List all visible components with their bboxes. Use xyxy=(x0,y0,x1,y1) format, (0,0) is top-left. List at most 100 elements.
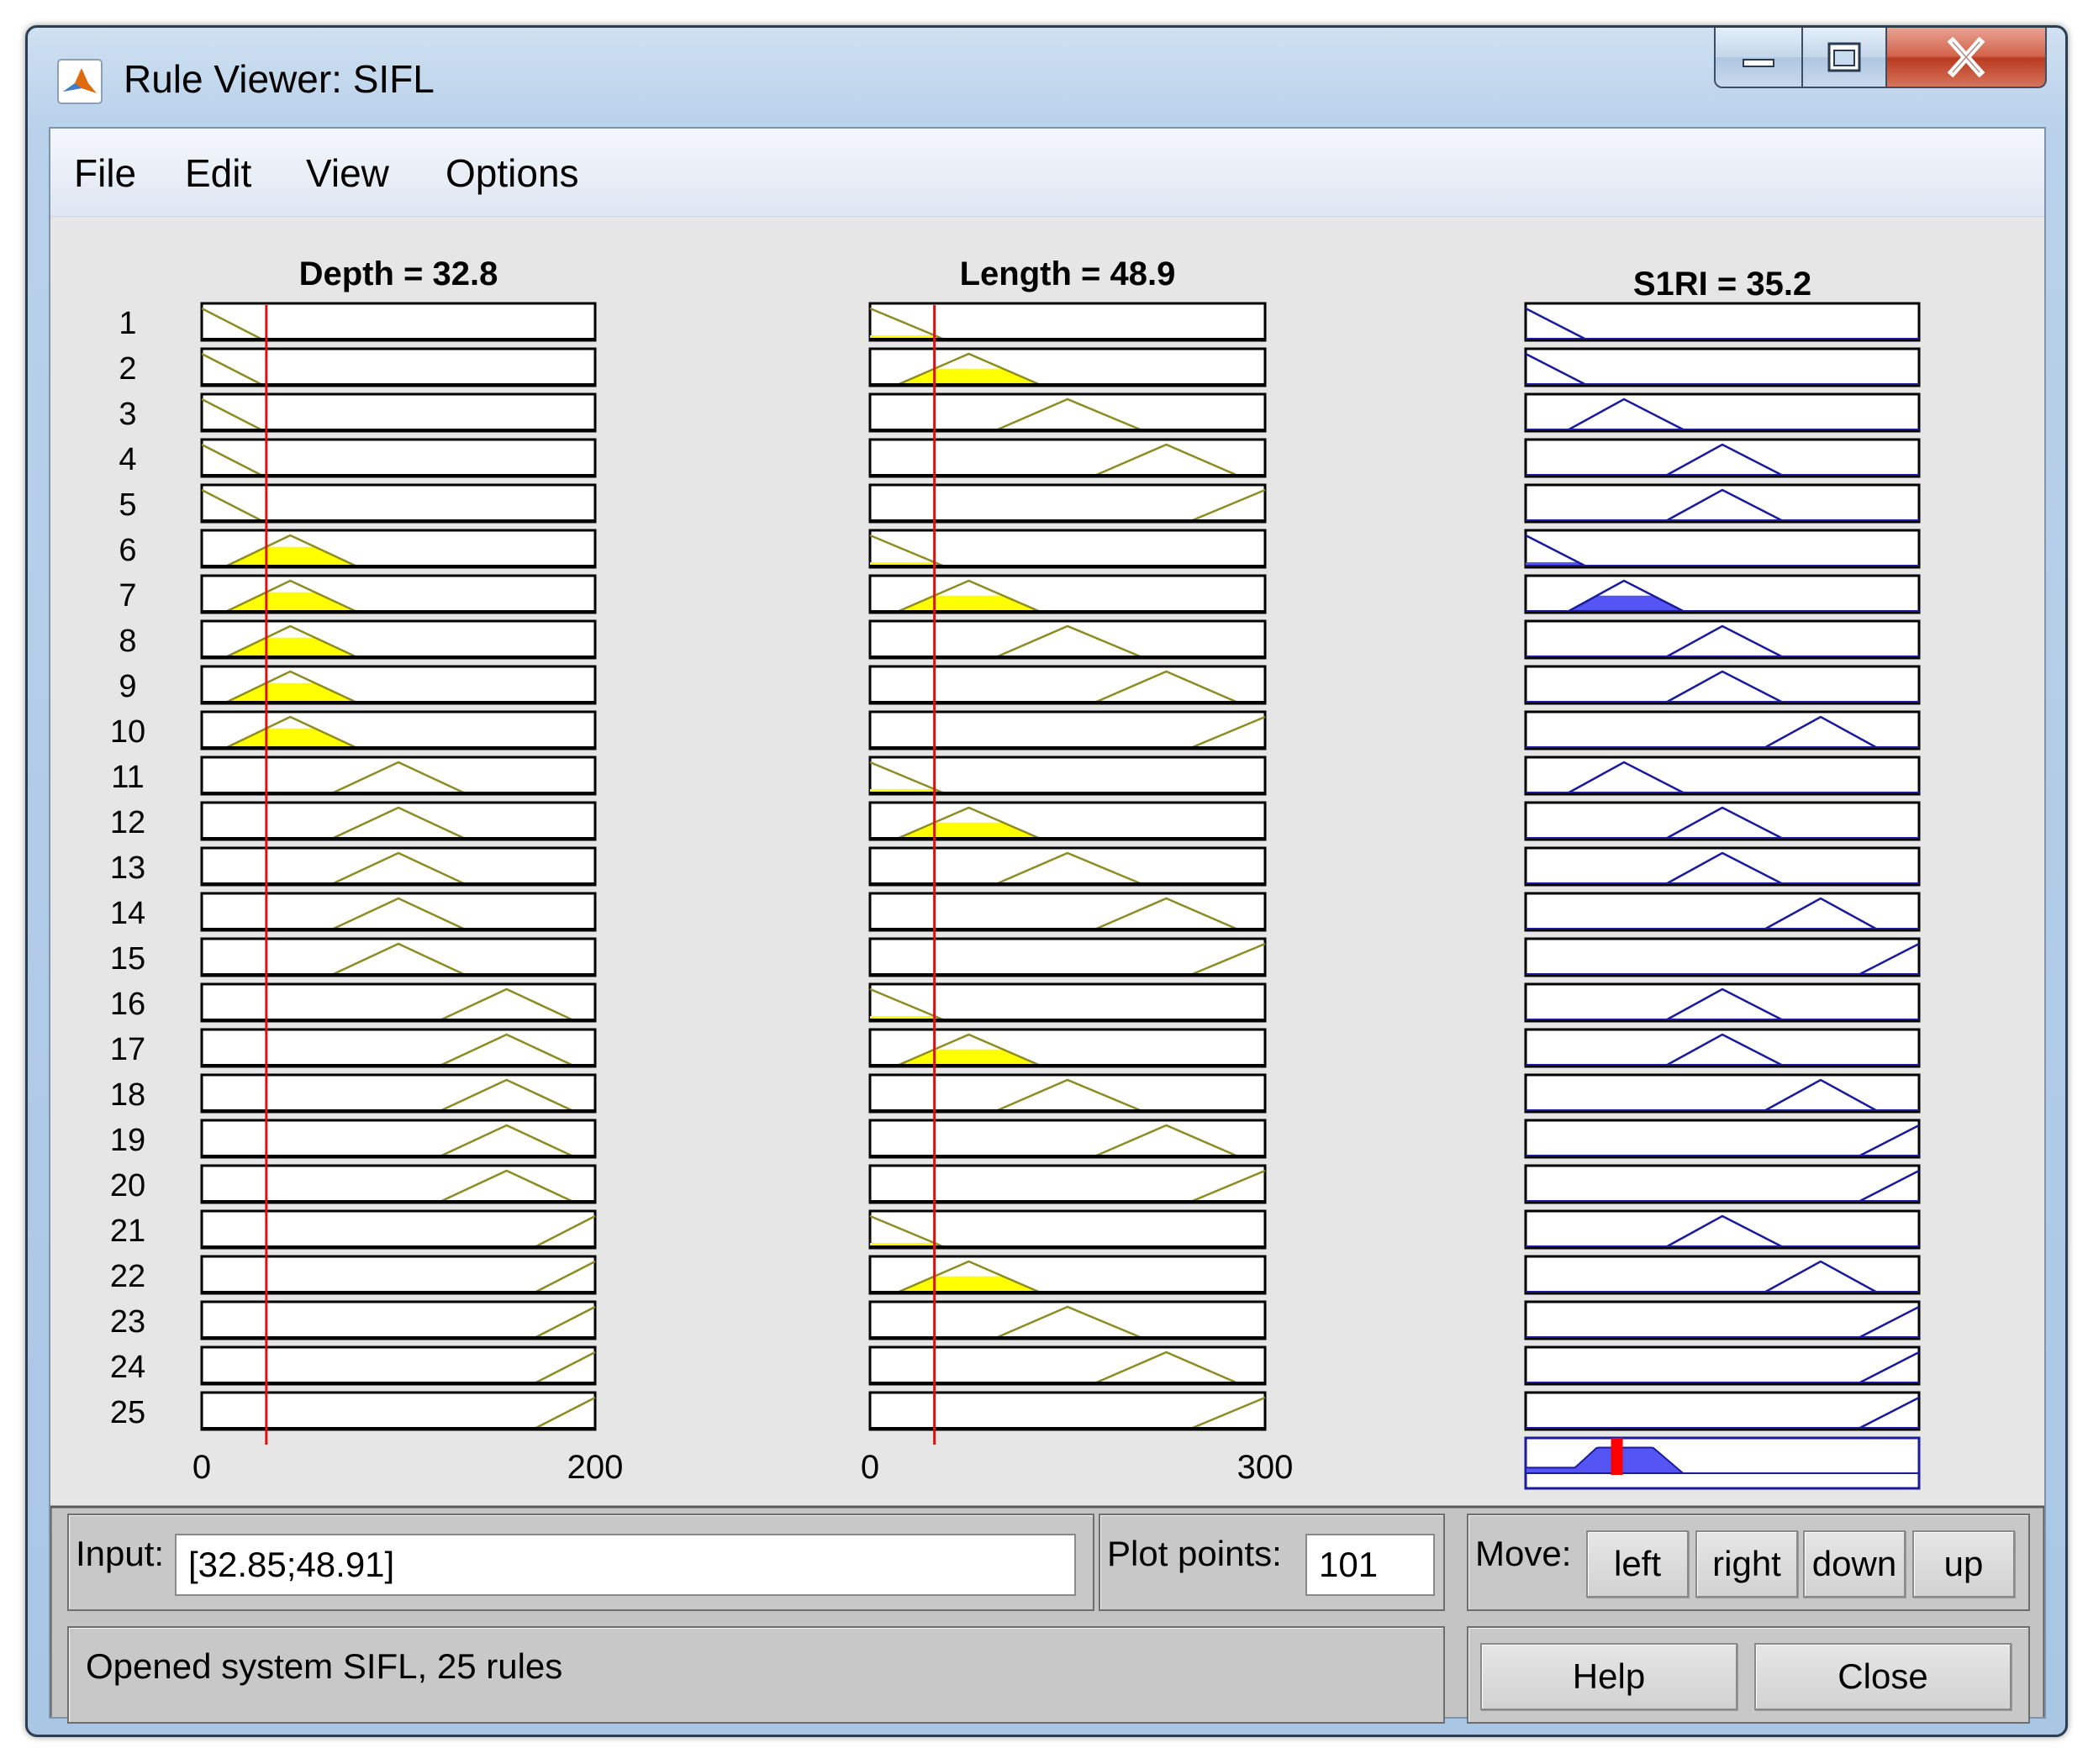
rule-22-col-1-frame xyxy=(200,1255,597,1295)
rule-number-label: 15 xyxy=(110,941,145,977)
plot-points-field[interactable]: 101 xyxy=(1305,1534,1435,1596)
rule-number-label: 14 xyxy=(110,896,145,931)
rule-number-label: 11 xyxy=(111,760,144,795)
rule-number-label: 21 xyxy=(110,1214,145,1249)
rule-24-col-3-frame xyxy=(1524,1345,1921,1386)
axis-2-max-tick: 300 xyxy=(1237,1449,1294,1486)
input-panel: Input: [32.85;48.91] xyxy=(67,1514,1094,1611)
rule-10-col-3-frame xyxy=(1524,710,1921,750)
close-icon xyxy=(1947,37,1985,77)
rule-number-label: 25 xyxy=(110,1395,145,1430)
close-button[interactable]: Close xyxy=(1754,1643,2012,1710)
rule-19-col-2-frame xyxy=(868,1119,1267,1159)
rule-24-col-2-frame xyxy=(868,1345,1267,1386)
rule-15-col-3-frame xyxy=(1524,937,1921,977)
rule-14-col-3-frame xyxy=(1524,892,1921,932)
window-controls xyxy=(1714,28,2047,93)
rule-20-col-2-frame xyxy=(868,1164,1267,1204)
input-field[interactable]: [32.85;48.91] xyxy=(175,1534,1076,1596)
rule-2-col-3-frame xyxy=(1524,347,1921,387)
rule-6-col-2-frame xyxy=(868,529,1267,569)
rule-25-col-3-frame xyxy=(1524,1391,1921,1431)
rule-23-col-3-frame xyxy=(1524,1300,1921,1340)
rule-3-col-3-frame xyxy=(1524,392,1921,433)
close-window-button[interactable] xyxy=(1887,28,2047,88)
rule-5-col-1-frame xyxy=(200,483,597,524)
rule-16-col-2-frame xyxy=(868,982,1267,1023)
rule-1-col-1-frame xyxy=(200,302,597,342)
rule-6-col-3-frame xyxy=(1524,529,1921,569)
rule-25-col-2-frame xyxy=(868,1391,1267,1431)
move-down-button[interactable]: down xyxy=(1803,1530,1906,1598)
rule-19-col-3-frame xyxy=(1524,1119,1921,1159)
rule-3-col-1-frame xyxy=(200,392,597,433)
minimize-button[interactable] xyxy=(1714,28,1803,88)
move-up-button[interactable]: up xyxy=(1912,1530,2015,1598)
rule-number-label: 12 xyxy=(110,805,145,840)
rule-number-label: 4 xyxy=(119,442,136,477)
rule-18-col-3-frame xyxy=(1524,1073,1921,1114)
rule-number-label: 18 xyxy=(110,1077,145,1113)
rule-plot-area: Depth = 32.8 Length = 48.9 S1RI = 35.21234… xyxy=(50,255,2044,1717)
move-right-button[interactable]: right xyxy=(1695,1530,1798,1598)
column-title-2: Length = 48.9 xyxy=(960,255,1176,292)
rule-5-col-2-frame xyxy=(868,483,1267,524)
rule-number-label: 2 xyxy=(119,351,136,387)
column-title-3: S1RI = 35.2 xyxy=(1633,266,1811,303)
move-panel: Move: left right down up xyxy=(1467,1514,2030,1611)
rule-9-col-2-frame xyxy=(868,665,1267,705)
rule-21-col-1-frame xyxy=(200,1209,597,1250)
maximize-icon xyxy=(1827,42,1861,72)
rule-10-col-2-frame xyxy=(868,710,1267,750)
help-close-panel: Help Close xyxy=(1467,1626,2030,1724)
rule-number-label: 7 xyxy=(119,578,136,613)
rule-number-label: 5 xyxy=(119,487,136,523)
rule-2-col-1-frame xyxy=(200,347,597,387)
title-bar[interactable]: Rule Viewer: SIFL xyxy=(28,28,2065,137)
output-centroid-marker xyxy=(1611,1438,1623,1475)
rule-1-col-3-frame xyxy=(1524,302,1921,342)
rule-24-col-1-frame xyxy=(200,1345,597,1386)
rule-number-label: 22 xyxy=(110,1259,145,1294)
rule-14-col-2-frame xyxy=(868,892,1267,932)
rule-number-label: 19 xyxy=(110,1123,145,1158)
axis-1-min-tick: 0 xyxy=(192,1449,211,1486)
rule-number-label: 24 xyxy=(110,1350,145,1385)
matlab-icon xyxy=(57,59,103,104)
move-label: Move: xyxy=(1475,1534,1572,1573)
rule-4-col-1-frame xyxy=(200,438,597,478)
rule-4-col-2-frame xyxy=(868,438,1267,478)
rule-15-col-2-frame xyxy=(868,937,1267,977)
rule-23-col-1-frame xyxy=(200,1300,597,1340)
move-left-button[interactable]: left xyxy=(1586,1530,1689,1598)
rule-25-col-1-frame xyxy=(200,1391,597,1431)
plot-points-label: Plot points: xyxy=(1107,1534,1282,1573)
plot-points-panel: Plot points: 101 xyxy=(1099,1514,1445,1611)
axis-2-min-tick: 0 xyxy=(861,1449,879,1486)
client-area: File Edit View Options Depth = 32.8 Lengt… xyxy=(49,127,2046,1724)
status-text: Opened system SIFL, 25 rules xyxy=(86,1646,563,1686)
rule-21-col-2-frame xyxy=(868,1209,1267,1250)
rule-number-label: 23 xyxy=(110,1304,145,1340)
status-panel: Opened system SIFL, 25 rules xyxy=(67,1626,1445,1724)
help-button[interactable]: Help xyxy=(1480,1643,1737,1710)
rule-number-label: 9 xyxy=(119,669,136,704)
maximize-button[interactable] xyxy=(1803,28,1887,88)
rule-viewer-window: Rule Viewer: SIFL File Edit View Options… xyxy=(25,25,2068,1737)
rule-number-label: 13 xyxy=(110,850,145,886)
rule-number-label: 16 xyxy=(110,987,145,1022)
column-title-1: Depth = 32.8 xyxy=(299,255,498,292)
rule-11-col-3-frame xyxy=(1524,756,1921,796)
rule-22-col-3-frame xyxy=(1524,1255,1921,1295)
rule-number-label: 8 xyxy=(119,624,136,659)
rule-number-label: 20 xyxy=(110,1168,145,1203)
rule-1-col-2-frame xyxy=(868,302,1267,342)
minimize-icon xyxy=(1743,59,1774,67)
axis-1-max-tick: 200 xyxy=(567,1449,624,1486)
rule-number-label: 3 xyxy=(119,397,136,432)
input-label: Input: xyxy=(76,1534,165,1573)
rule-number-label: 1 xyxy=(119,306,136,341)
window-title: Rule Viewer: SIFL xyxy=(124,57,435,101)
rule-20-col-3-frame xyxy=(1524,1164,1921,1204)
rule-number-label: 10 xyxy=(110,714,145,750)
